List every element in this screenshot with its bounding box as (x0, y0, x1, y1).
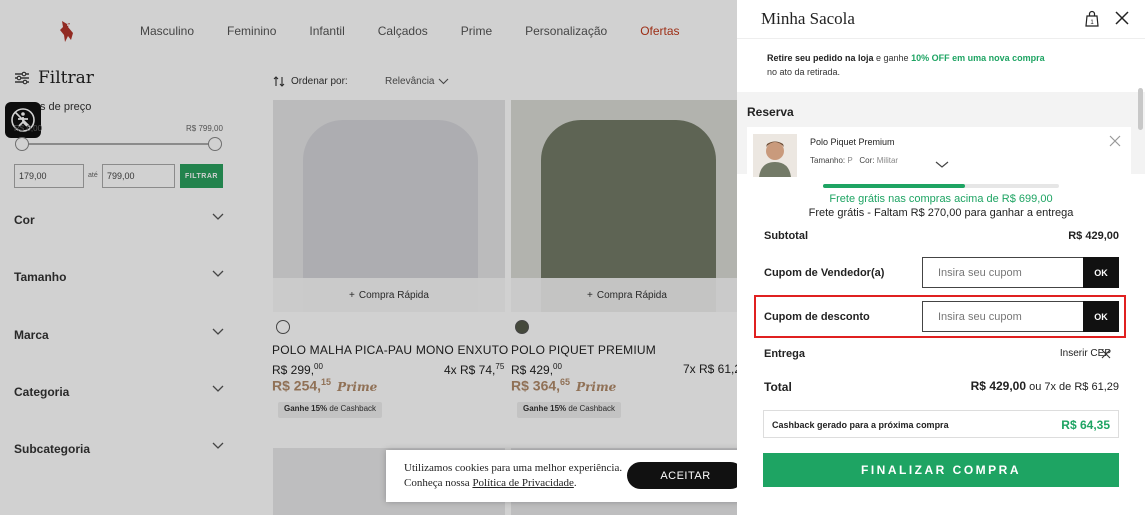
svg-text:1: 1 (1090, 20, 1094, 26)
drawer-backdrop[interactable] (0, 0, 737, 515)
total-installments: ou 7x de R$ 61,29 (1026, 381, 1119, 393)
subtotal-label: Subtotal (764, 230, 808, 242)
cookie-text-line1: Utilizamos cookies para uma melhor exper… (404, 462, 623, 474)
seller-name: Reserva (747, 105, 794, 119)
cashback-box: Cashback gerado para a próxima compra R$… (763, 410, 1119, 438)
cookie-text-end: . (573, 477, 577, 489)
free-shipping-progress (823, 184, 1059, 188)
color-value: Militar (876, 156, 899, 165)
close-icon[interactable] (1101, 349, 1111, 359)
privacy-policy-link[interactable]: Política de Privacidade (472, 477, 573, 489)
color-label: Cor: (859, 156, 875, 165)
discount-coupon-ok-button[interactable]: OK (1083, 301, 1119, 332)
seller-coupon-input[interactable]: Insira seu cupom (922, 257, 1084, 288)
cashback-value: R$ 64,35 (1061, 418, 1110, 432)
discount-coupon-input[interactable]: Insira seu cupom (922, 301, 1084, 332)
total-amount: R$ 429,00 (970, 379, 1027, 393)
free-shipping-progress-fill (823, 184, 965, 188)
discount-coupon-label: Cupom de desconto (764, 311, 870, 323)
shopping-bag-drawer: Minha Sacola 1 Retire seu pedido na loja… (737, 0, 1145, 515)
scrollbar[interactable] (1138, 88, 1143, 130)
pickup-discount: 10% OFF em uma nova compra (911, 53, 1045, 63)
collapse-summary-icon[interactable] (927, 152, 957, 172)
bag-title: Minha Sacola (761, 9, 855, 28)
cookie-text: Utilizamos cookies para uma melhor exper… (404, 461, 624, 491)
size-label: Tamanho: (810, 156, 846, 165)
cookie-text-line2: Conheça nossa (404, 477, 473, 489)
checkout-button[interactable]: FINALIZAR COMPRA (763, 453, 1119, 487)
total-label: Total (764, 380, 792, 394)
lock-bag-icon: 1 (1085, 10, 1099, 27)
close-icon[interactable] (1115, 11, 1129, 25)
total-value: R$ 429,00 ou 7x de R$ 61,29 (971, 379, 1119, 393)
product-thumbnail (753, 134, 797, 177)
cashback-label: Cashback gerado para a próxima compra (772, 420, 949, 430)
seller-coupon-ok-button[interactable]: OK (1083, 257, 1119, 288)
remove-item-icon[interactable] (1109, 135, 1121, 147)
store-pickup-promo: Retire seu pedido na loja e ganhe 10% OF… (767, 51, 1097, 79)
cart-item-attributes: Tamanho: P Cor: Militar (810, 156, 898, 165)
pickup-bold: Retire seu pedido na loja (767, 53, 874, 63)
delivery-label: Entrega (764, 348, 805, 360)
seller-coupon-label: Cupom de Vendedor(a) (764, 267, 885, 279)
free-shipping-remaining: Frete grátis - Faltam R$ 270,00 para gan… (808, 207, 1074, 219)
size-value: P (847, 156, 853, 165)
free-shipping-threshold: Frete grátis nas compras acima de R$ 699… (829, 193, 1053, 205)
cookie-banner: Utilizamos cookies para uma melhor exper… (386, 450, 760, 502)
cart-item-name[interactable]: Polo Piquet Premium (810, 137, 895, 147)
pickup-tail: no ato da retirada. (767, 67, 841, 77)
divider (737, 38, 1145, 39)
subtotal-value: R$ 429,00 (1068, 230, 1119, 242)
cart-item-image[interactable] (753, 134, 797, 177)
pickup-mid: e ganhe (873, 53, 912, 63)
accept-cookies-button[interactable]: ACEITAR (627, 462, 744, 489)
